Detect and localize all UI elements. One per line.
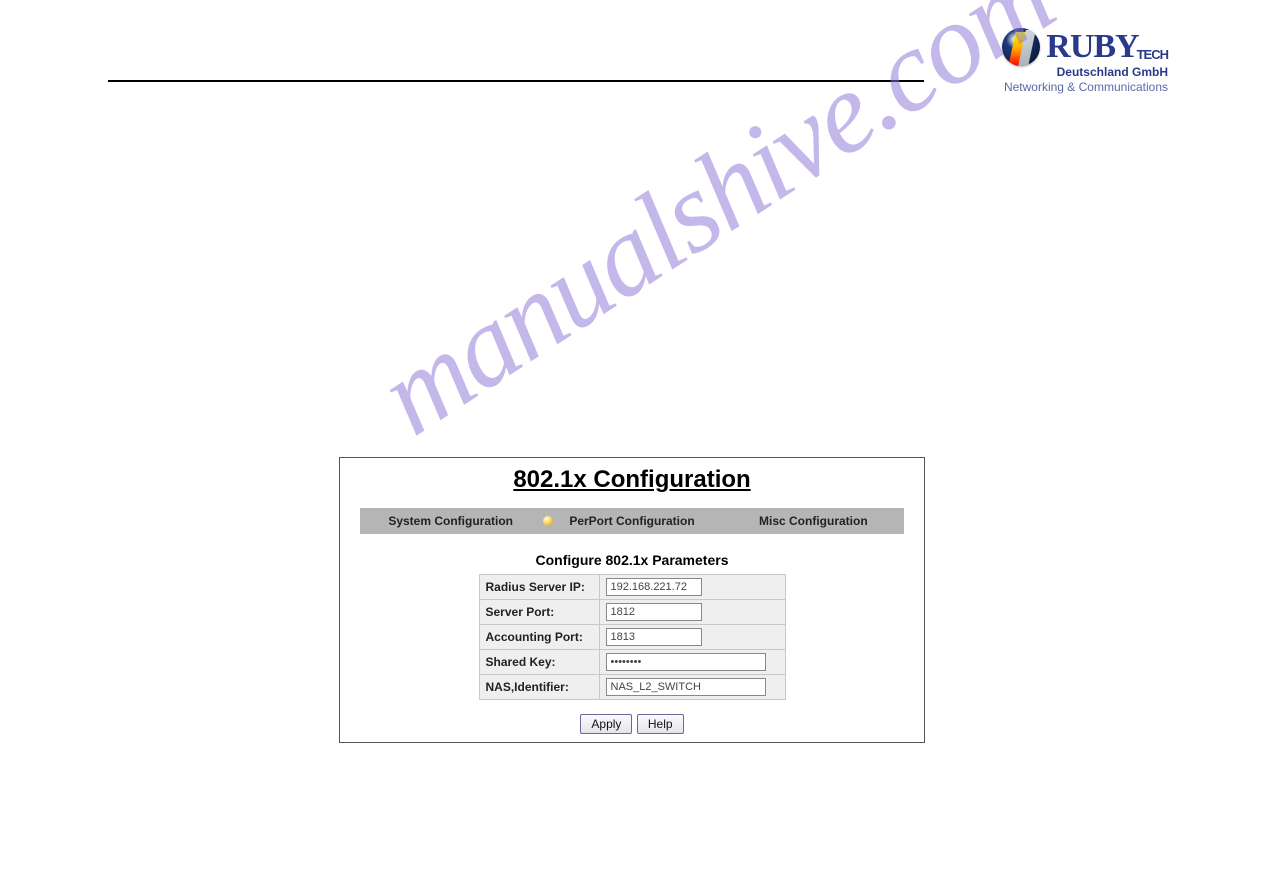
- parameters-table: Radius Server IP: Server Port: Accountin…: [479, 574, 786, 700]
- help-button[interactable]: Help: [637, 714, 684, 734]
- section-heading: Configure 802.1x Parameters: [340, 552, 924, 568]
- panel-title: 802.1x Configuration: [340, 458, 924, 508]
- label-radius-ip: Radius Server IP:: [479, 575, 599, 600]
- watermark-text: manualshive.com: [356, 0, 1075, 461]
- logo-subline-1: Deutschland GmbH: [988, 65, 1168, 79]
- input-accounting-port[interactable]: [606, 628, 702, 646]
- tab-system-configuration[interactable]: System Configuration: [360, 514, 541, 528]
- input-server-port[interactable]: [606, 603, 702, 621]
- input-shared-key[interactable]: [606, 653, 766, 671]
- config-panel: 802.1x Configuration System Configuratio…: [339, 457, 925, 743]
- input-radius-ip[interactable]: [606, 578, 702, 596]
- row-accounting-port: Accounting Port:: [479, 625, 785, 650]
- row-shared-key: Shared Key:: [479, 650, 785, 675]
- label-nas-identifier: NAS,Identifier:: [479, 675, 599, 700]
- logo-subline-2: Networking & Communications: [988, 80, 1168, 94]
- logo-brand-suffix: TECH: [1137, 48, 1168, 61]
- apply-button[interactable]: Apply: [580, 714, 632, 734]
- row-server-port: Server Port:: [479, 600, 785, 625]
- tab-misc-configuration[interactable]: Misc Configuration: [723, 514, 904, 528]
- logo-brand-main: RUBY: [1046, 30, 1138, 64]
- input-nas-identifier[interactable]: [606, 678, 766, 696]
- logo-wordmark: RUBY TECH: [1046, 30, 1168, 64]
- label-server-port: Server Port:: [479, 600, 599, 625]
- label-accounting-port: Accounting Port:: [479, 625, 599, 650]
- logo-globe-icon: [1002, 28, 1040, 66]
- top-divider: [108, 80, 924, 82]
- row-nas-identifier: NAS,Identifier:: [479, 675, 785, 700]
- tab-perport-configuration[interactable]: PerPort Configuration: [541, 514, 722, 528]
- brand-logo: RUBY TECH Deutschland GmbH Networking & …: [988, 28, 1168, 94]
- row-radius-ip: Radius Server IP:: [479, 575, 785, 600]
- label-shared-key: Shared Key:: [479, 650, 599, 675]
- button-row: Apply Help: [340, 714, 924, 734]
- tab-bar: System Configuration PerPort Configurati…: [360, 508, 904, 534]
